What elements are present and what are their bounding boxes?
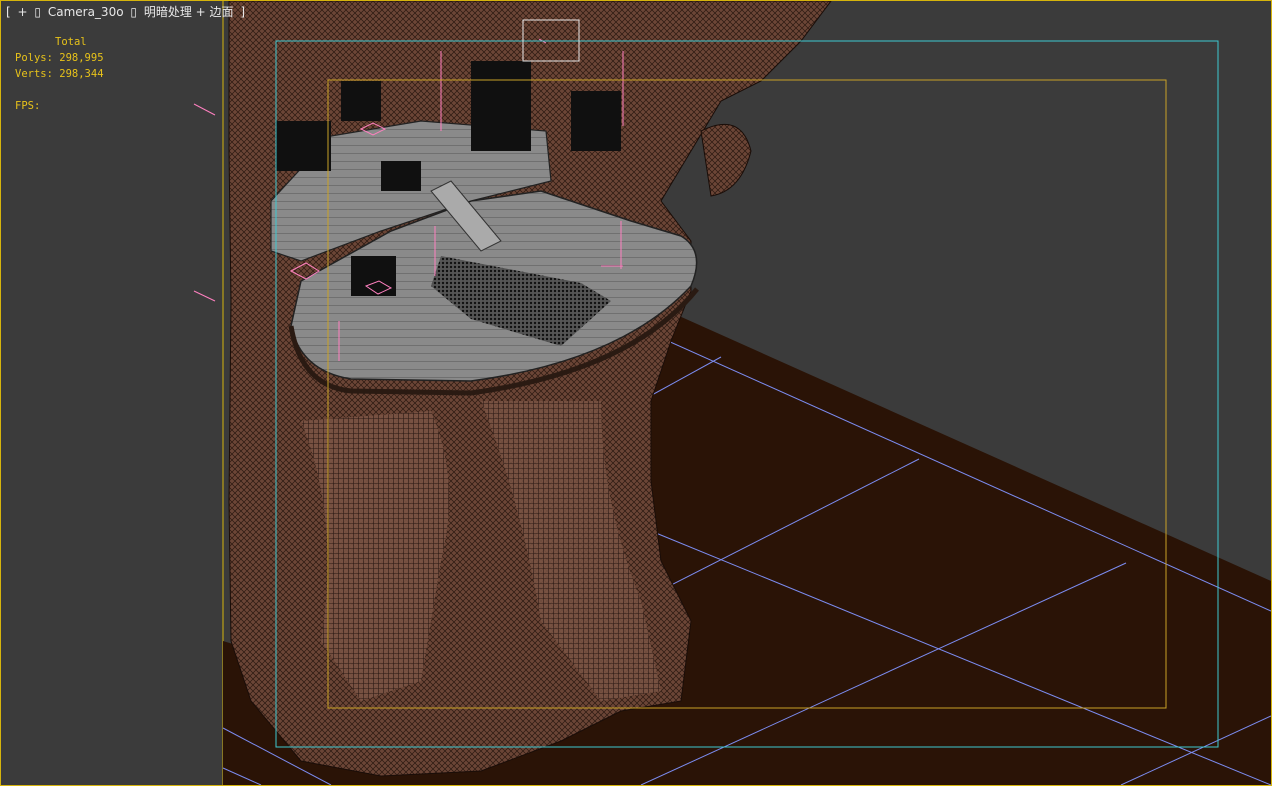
stats-title: Total <box>55 36 87 48</box>
viewport-shading-menu[interactable]: 明暗处理 + 边面 <box>144 5 234 19</box>
side-background <box>1 1 223 785</box>
stats-verts-value: 298,344 <box>59 68 104 80</box>
stats-polys-value: 298,995 <box>59 52 104 64</box>
stats-verts-label: Verts: <box>15 68 53 80</box>
label-separator: ▯ <box>130 5 137 19</box>
stats-fps-label: FPS: <box>15 100 41 112</box>
viewport-general-menu[interactable]: + <box>18 5 28 19</box>
label-close-bracket: ] <box>240 5 246 19</box>
viewport-camera-menu[interactable]: Camera_30o <box>48 5 124 19</box>
viewport-label-menu[interactable]: [ + ▯ Camera_30o ▯ 明暗处理 + 边面 ] <box>6 3 248 20</box>
stats-polys-row: Polys: 298,995 <box>15 50 104 66</box>
label-open-bracket: [ <box>6 5 11 19</box>
stats-polys-label: Polys: <box>15 52 53 64</box>
side-branch <box>700 123 752 197</box>
camera-viewport[interactable]: [ + ▯ Camera_30o ▯ 明暗处理 + 边面 ] Total Pol… <box>0 0 1272 786</box>
stats-verts-row: Verts: 298,344 <box>15 66 104 82</box>
statistics-overlay: Total Polys: 298,995 Verts: 298,344 FPS: <box>15 34 104 114</box>
scene-render <box>1 1 1271 785</box>
label-separator: ▯ <box>34 5 42 19</box>
